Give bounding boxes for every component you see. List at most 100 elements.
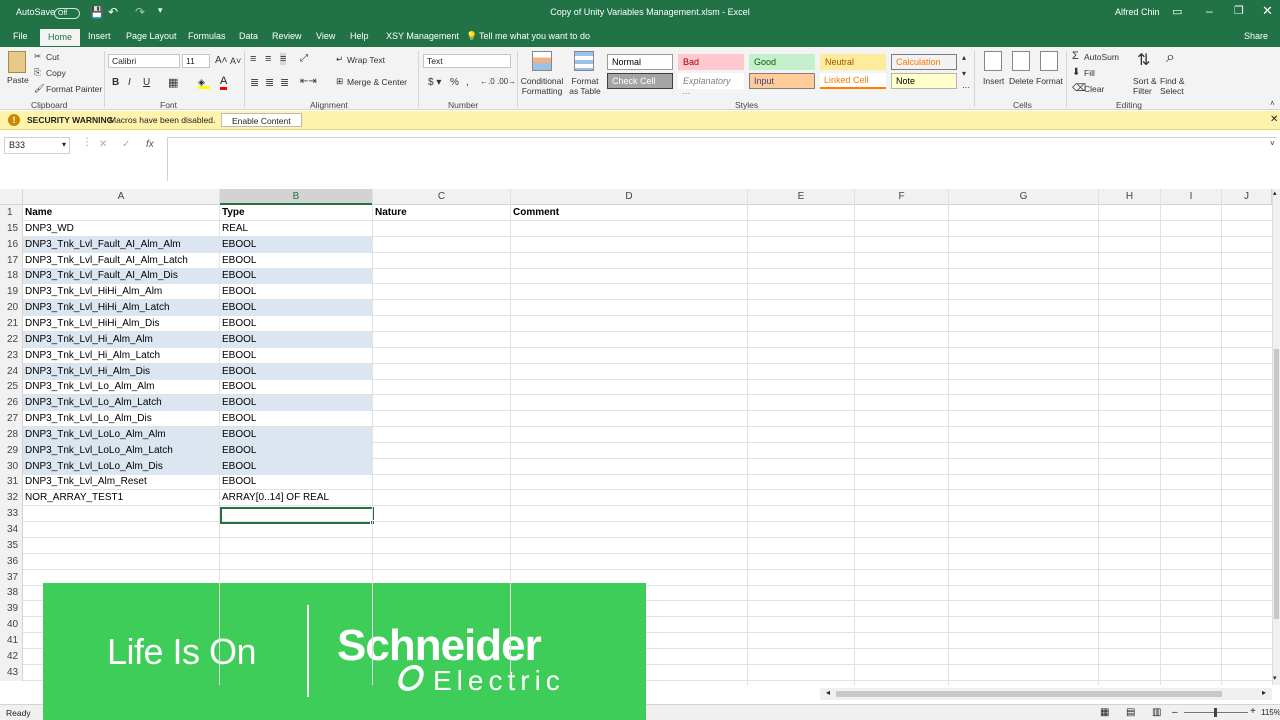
row-header[interactable]: 24 — [0, 363, 23, 380]
decrease-decimal-icon[interactable]: .00→ — [497, 77, 516, 86]
close-icon[interactable]: ✕ — [1262, 3, 1273, 19]
column-header-b[interactable]: B — [220, 189, 373, 205]
cell-a-27[interactable]: DNP3_Tnk_Lvl_Lo_Alm_Dis — [23, 411, 220, 427]
row-header[interactable]: 32 — [0, 490, 23, 507]
cut-button[interactable]: Cut — [46, 52, 59, 62]
align-center-icon[interactable]: ≣ — [265, 76, 274, 89]
cell-a-22[interactable]: DNP3_Tnk_Lvl_Hi_Alm_Alm — [23, 331, 220, 348]
sort-filter-icon[interactable]: ⇅ — [1137, 50, 1150, 70]
horizontal-scrollbar[interactable]: ◂ ▸ — [820, 688, 1272, 700]
font-size-combo[interactable]: 11 — [182, 54, 210, 68]
cell-style-normal[interactable]: Normal — [607, 54, 673, 70]
cell-a-36[interactable] — [23, 554, 220, 570]
scroll-up-icon[interactable]: ▴ — [1273, 189, 1277, 197]
scroll-left-icon[interactable]: ◂ — [826, 688, 830, 697]
cell-a-19[interactable]: DNP3_Tnk_Lvl_HiHi_Alm_Alm — [23, 284, 220, 300]
cell-b-30[interactable]: EBOOL — [220, 458, 373, 475]
redo-icon[interactable]: ↷ — [135, 5, 145, 19]
row-header[interactable]: 25 — [0, 379, 23, 396]
number-format-combo[interactable]: Text — [423, 54, 511, 68]
cell-b-23[interactable]: EBOOL — [220, 348, 373, 364]
cell-a-24[interactable]: DNP3_Tnk_Lvl_Hi_Alm_Dis — [23, 363, 220, 380]
row-header[interactable]: 29 — [0, 442, 23, 459]
save-icon[interactable]: 💾 — [90, 6, 104, 19]
row-header[interactable]: 36 — [0, 553, 23, 570]
delete-cells-button[interactable]: Delete — [1009, 76, 1034, 86]
cell-b-19[interactable]: EBOOL — [220, 284, 373, 300]
conditional-formatting-icon[interactable] — [532, 51, 552, 71]
cell-a-29[interactable]: DNP3_Tnk_Lvl_LoLo_Alm_Latch — [23, 442, 220, 459]
cell-b-28[interactable]: EBOOL — [220, 426, 373, 443]
orientation-icon[interactable]: ⤢ — [300, 53, 308, 64]
vertical-scroll-thumb[interactable] — [1274, 349, 1279, 619]
scroll-right-icon[interactable]: ▸ — [1262, 688, 1266, 697]
paste-button[interactable]: Paste — [7, 75, 29, 85]
row-header[interactable]: 33 — [0, 506, 23, 523]
cell-style-bad[interactable]: Bad — [678, 54, 744, 70]
cell-a-25[interactable]: DNP3_Tnk_Lvl_Lo_Alm_Alm — [23, 379, 220, 395]
autosave-toggle[interactable]: Off — [54, 8, 80, 19]
zoom-out-icon[interactable]: – — [1172, 707, 1178, 718]
tab-insert[interactable]: Insert — [88, 31, 111, 41]
row-header[interactable]: 28 — [0, 426, 23, 443]
row-header[interactable]: 21 — [0, 315, 23, 332]
zoom-in-icon[interactable]: + — [1250, 706, 1256, 717]
cell-b-35[interactable] — [220, 538, 373, 554]
cell-a-17[interactable]: DNP3_Tnk_Lvl_Fault_AI_Alm_Latch — [23, 253, 220, 269]
fill-icon[interactable]: ⬇ — [1072, 67, 1080, 78]
tab-xsy-management[interactable]: XSY Management — [386, 31, 459, 41]
cell-style-explanatory[interactable]: Explanatory ... — [678, 73, 744, 96]
fill-button[interactable]: Fill — [1084, 68, 1095, 78]
format-cells-button[interactable]: Format — [1036, 76, 1063, 86]
cell-a-35[interactable] — [23, 538, 220, 554]
scroll-down-icon[interactable]: ▾ — [1273, 674, 1277, 682]
comma-icon[interactable]: , — [466, 77, 469, 88]
page-layout-view-icon[interactable]: ▤ — [1126, 707, 1135, 718]
cell-a-32[interactable]: NOR_ARRAY_TEST1 — [23, 490, 220, 506]
conditional-formatting-button[interactable]: Conditional Formatting — [520, 76, 564, 96]
cell-b-15[interactable]: REAL — [220, 221, 373, 237]
cell-b-34[interactable] — [220, 522, 373, 538]
format-as-table-button[interactable]: Format as Table — [566, 76, 604, 96]
tab-file[interactable]: File — [13, 31, 28, 41]
cell-style-calculation[interactable]: Calculation — [891, 54, 957, 70]
format-cells-icon[interactable] — [1040, 51, 1058, 71]
column-header-a[interactable]: A — [23, 189, 220, 205]
borders-icon[interactable]: ▦ — [168, 76, 178, 89]
share-button[interactable]: Share — [1244, 31, 1268, 41]
cell-b-25[interactable]: EBOOL — [220, 379, 373, 395]
row-header[interactable]: 41 — [0, 632, 23, 649]
cell-b-17[interactable]: EBOOL — [220, 253, 373, 269]
top-align-icon[interactable]: ≡ — [250, 53, 256, 65]
cell-b-29[interactable]: EBOOL — [220, 442, 373, 459]
row-header[interactable]: 42 — [0, 648, 23, 665]
sort-filter-button[interactable]: Sort & Filter — [1133, 76, 1159, 96]
tab-home[interactable]: Home — [40, 29, 81, 46]
wrap-text-button[interactable]: Wrap Text — [347, 55, 385, 65]
align-right-icon[interactable]: ≣ — [280, 76, 289, 89]
format-painter-icon[interactable]: 🖌 — [34, 83, 45, 94]
cell-b-27[interactable]: EBOOL — [220, 411, 373, 427]
grow-font-icon[interactable]: A˄ — [215, 55, 228, 66]
column-header-c[interactable]: C — [373, 189, 511, 205]
insert-cells-button[interactable]: Insert — [983, 76, 1004, 86]
zoom-slider-thumb[interactable] — [1214, 708, 1217, 717]
ribbon-display-icon[interactable]: ▭ — [1172, 5, 1182, 18]
column-header-e[interactable]: E — [748, 189, 855, 205]
row-header[interactable]: 17 — [0, 252, 23, 269]
tell-me-box[interactable]: Tell me what you want to do — [479, 31, 590, 41]
column-header-i[interactable]: I — [1161, 189, 1222, 205]
cell-a-1[interactable]: Name — [23, 205, 220, 221]
user-name[interactable]: Alfred Chin — [1115, 7, 1160, 17]
find-select-button[interactable]: Find & Select — [1160, 76, 1190, 96]
middle-align-icon[interactable]: ≡ — [265, 53, 271, 65]
italic-button[interactable]: I — [128, 77, 131, 88]
row-header[interactable]: 38 — [0, 585, 23, 602]
vertical-scrollbar[interactable]: ▴ ▾ — [1272, 189, 1280, 685]
tab-help[interactable]: Help — [350, 31, 369, 41]
paste-icon[interactable] — [8, 51, 26, 73]
cell-b-16[interactable]: EBOOL — [220, 236, 373, 253]
tab-review[interactable]: Review — [272, 31, 302, 41]
row-header[interactable]: 31 — [0, 474, 23, 491]
cell-b-32[interactable]: ARRAY[0..14] OF REAL — [220, 490, 373, 506]
